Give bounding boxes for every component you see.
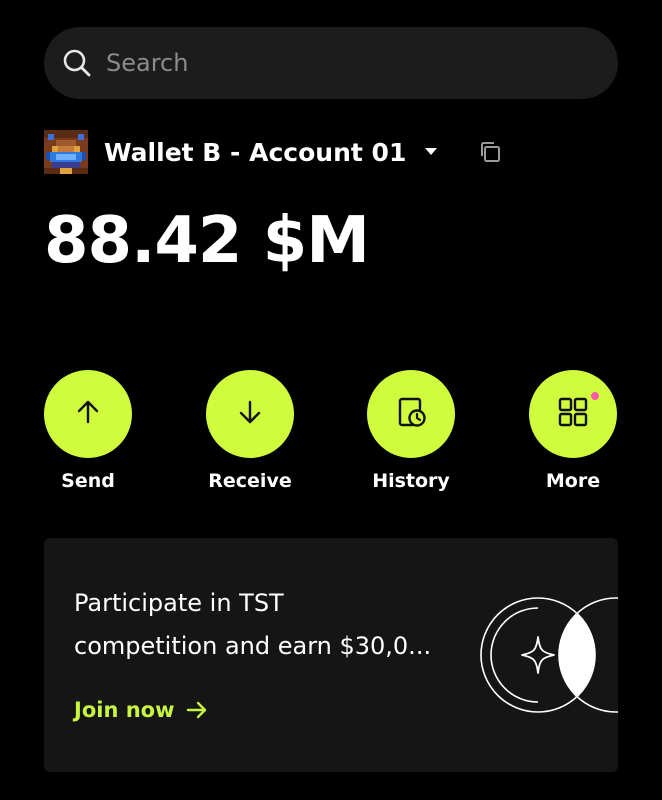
notification-badge (589, 390, 601, 402)
more-circle[interactable] (529, 370, 617, 458)
join-now-label: Join now (74, 698, 175, 722)
account-name: Wallet B - Account 01 (104, 137, 407, 167)
account-selector[interactable]: Wallet B - Account 01 (44, 130, 504, 174)
send-label: Send (61, 470, 115, 492)
arrow-down-icon (237, 399, 263, 429)
promo-text: Participate in TST competition and earn … (74, 582, 474, 668)
promo-line-1: Participate in TST (74, 589, 284, 617)
history-label: History (372, 470, 450, 492)
balance-value: 88.42 $M (44, 204, 370, 278)
arrow-up-icon (75, 399, 101, 429)
send-circle[interactable] (44, 370, 132, 458)
grid-icon (557, 396, 589, 432)
copy-icon[interactable] (476, 138, 504, 166)
receive-button[interactable]: Receive (190, 370, 310, 492)
search-input[interactable] (106, 49, 586, 77)
promo-card[interactable]: Participate in TST competition and earn … (44, 538, 618, 772)
avatar (44, 130, 88, 174)
send-button[interactable]: Send (28, 370, 148, 492)
receive-circle[interactable] (206, 370, 294, 458)
promo-line-2: competition and earn $30,0... (74, 632, 432, 660)
sparkle-circles-icon (480, 597, 618, 713)
caret-down-icon[interactable] (422, 143, 440, 161)
search-bar[interactable] (44, 27, 618, 99)
history-icon (394, 395, 428, 433)
more-label: More (545, 470, 601, 492)
action-bar: Send Receive History More (0, 370, 662, 500)
search-icon (62, 48, 92, 78)
history-button[interactable]: History (351, 370, 471, 492)
join-now-link[interactable]: Join now (74, 698, 208, 722)
more-button[interactable]: More (513, 370, 633, 492)
arrow-right-icon (186, 699, 208, 721)
history-circle[interactable] (367, 370, 455, 458)
receive-label: Receive (208, 470, 292, 492)
